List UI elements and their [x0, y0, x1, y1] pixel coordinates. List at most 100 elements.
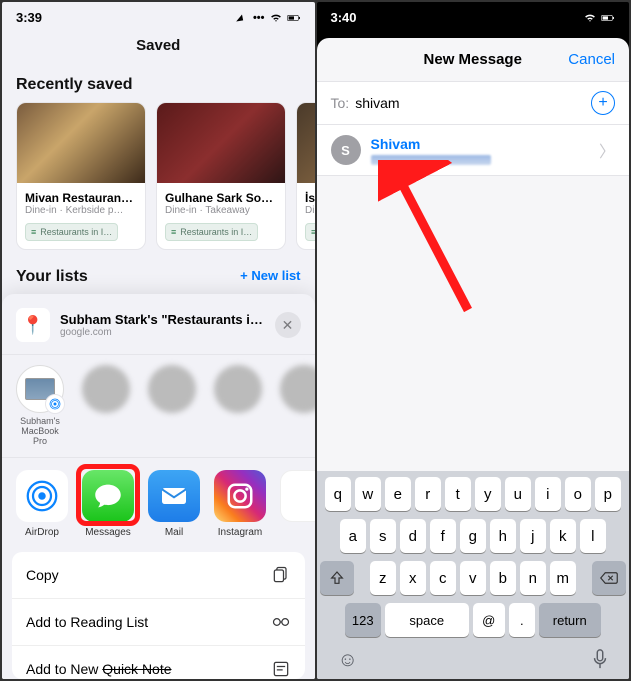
note-icon — [271, 659, 291, 679]
recently-saved-heading: Recently saved — [2, 68, 315, 102]
key-c[interactable]: c — [430, 561, 456, 595]
battery-icon — [601, 12, 615, 24]
suggestion-name: Shivam — [371, 136, 491, 152]
contact-avatar — [82, 365, 130, 413]
location-icon — [235, 12, 249, 24]
status-bar: 3:40 — [317, 2, 630, 27]
battery-icon — [287, 12, 301, 24]
action-copy[interactable]: Copy — [12, 552, 305, 599]
at-key[interactable]: @ — [473, 603, 505, 637]
key-z[interactable]: z — [370, 561, 396, 595]
emoji-key[interactable]: ☺ — [338, 649, 358, 675]
key-w[interactable]: w — [355, 477, 381, 511]
space-key[interactable]: space — [385, 603, 469, 637]
place-photo — [297, 103, 315, 183]
share-favicon: 📍 — [16, 308, 50, 342]
key-s[interactable]: s — [370, 519, 396, 553]
share-contact[interactable] — [148, 365, 196, 447]
numbers-key[interactable]: 123 — [345, 603, 381, 637]
key-i[interactable]: i — [535, 477, 561, 511]
dictation-key[interactable] — [592, 649, 608, 675]
action-quick-note[interactable]: Add to New Quick Note — [12, 646, 305, 679]
key-k[interactable]: k — [550, 519, 576, 553]
list-chip: ≡Restaurants in I… — [165, 223, 258, 241]
share-app-mail[interactable]: Mail — [148, 470, 200, 538]
key-g[interactable]: g — [460, 519, 486, 553]
place-photo — [17, 103, 145, 183]
key-f[interactable]: f — [430, 519, 456, 553]
close-share-button[interactable]: ✕ — [275, 312, 301, 338]
cancel-button[interactable]: Cancel — [568, 51, 615, 68]
keyboard: qwertyuiop asdfghjkl zxcvbnm 123 space @… — [317, 471, 630, 679]
place-card[interactable]: İstan Dine-i ≡Re — [296, 102, 315, 250]
share-contacts-row: Subham's MacBook Pro — [2, 354, 315, 453]
contact-avatar — [280, 365, 315, 413]
action-reading-list[interactable]: Add to Reading List — [12, 599, 305, 646]
to-label: To: — [331, 95, 350, 111]
key-r[interactable]: r — [415, 477, 441, 511]
share-app-airdrop[interactable]: AirDrop — [16, 470, 68, 538]
share-contact[interactable]: Subham's MacBook Pro — [16, 365, 64, 447]
share-apps-row: AirDrop Messages Mail Instagram — [2, 457, 315, 548]
airdrop-icon — [16, 470, 68, 522]
key-v[interactable]: v — [460, 561, 486, 595]
status-icons: ••• — [235, 12, 301, 24]
share-contact[interactable] — [280, 365, 315, 447]
airdrop-badge-icon — [45, 394, 65, 414]
list-chip: ≡Restaurants in I… — [25, 223, 118, 241]
key-q[interactable]: q — [325, 477, 351, 511]
airdrop-device-icon — [16, 365, 64, 413]
share-actions: Copy Add to Reading List Add to New Quic… — [12, 552, 305, 679]
share-app-instagram[interactable]: Instagram — [214, 470, 266, 538]
backspace-key[interactable] — [592, 561, 626, 595]
key-l[interactable]: l — [580, 519, 606, 553]
instagram-icon — [214, 470, 266, 522]
place-photo — [157, 103, 285, 183]
new-list-button[interactable]: + New list — [240, 268, 300, 286]
key-m[interactable]: m — [550, 561, 576, 595]
key-t[interactable]: t — [445, 477, 471, 511]
share-contact[interactable] — [214, 365, 262, 447]
to-field-row[interactable]: To: + — [317, 81, 630, 125]
share-item-title: Subham Stark's "Restaurants in Ist… — [60, 312, 265, 327]
share-sheet: 📍 Subham Stark's "Restaurants in Ist… go… — [2, 294, 315, 679]
key-n[interactable]: n — [520, 561, 546, 595]
key-j[interactable]: j — [520, 519, 546, 553]
return-key[interactable]: return — [539, 603, 601, 637]
notes-icon — [280, 470, 315, 522]
suggestion-detail-redacted — [371, 155, 491, 165]
place-card[interactable]: Gulhane Sark So… Dine-in · Takeaway ≡Res… — [156, 102, 286, 250]
key-p[interactable]: p — [595, 477, 621, 511]
key-y[interactable]: y — [475, 477, 501, 511]
status-time: 3:39 — [16, 10, 42, 25]
contact-avatar — [214, 365, 262, 413]
key-b[interactable]: b — [490, 561, 516, 595]
key-o[interactable]: o — [565, 477, 591, 511]
contact-suggestion[interactable]: S Shivam 〉 — [317, 125, 630, 176]
your-lists-heading: Your lists — [16, 268, 88, 286]
key-a[interactable]: a — [340, 519, 366, 553]
status-icons — [583, 12, 615, 24]
key-e[interactable]: e — [385, 477, 411, 511]
glasses-icon — [271, 612, 291, 632]
contact-avatar: S — [331, 135, 361, 165]
to-input[interactable] — [355, 95, 585, 111]
new-message-sheet: New Message Cancel To: + S Shivam 〉 qwer… — [317, 38, 630, 679]
key-x[interactable]: x — [400, 561, 426, 595]
shift-key[interactable] — [320, 561, 354, 595]
add-contact-button[interactable]: + — [591, 91, 615, 115]
your-lists-row: Your lists + New list — [2, 260, 315, 294]
place-card[interactable]: Mivan Restauran… Dine-in · Kerbside p… ≡… — [16, 102, 146, 250]
share-app-messages[interactable]: Messages — [82, 470, 134, 538]
share-contact[interactable] — [82, 365, 130, 447]
key-h[interactable]: h — [490, 519, 516, 553]
key-u[interactable]: u — [505, 477, 531, 511]
wifi-icon — [269, 12, 283, 24]
key-d[interactable]: d — [400, 519, 426, 553]
share-app-more[interactable] — [280, 470, 315, 538]
chevron-right-icon: 〉 — [599, 138, 615, 162]
contact-avatar — [148, 365, 196, 413]
dot-key[interactable]: . — [509, 603, 535, 637]
status-time: 3:40 — [331, 10, 357, 25]
phone-saved-screen: 3:39 ••• Saved Recently saved Mivan Rest… — [2, 2, 315, 679]
